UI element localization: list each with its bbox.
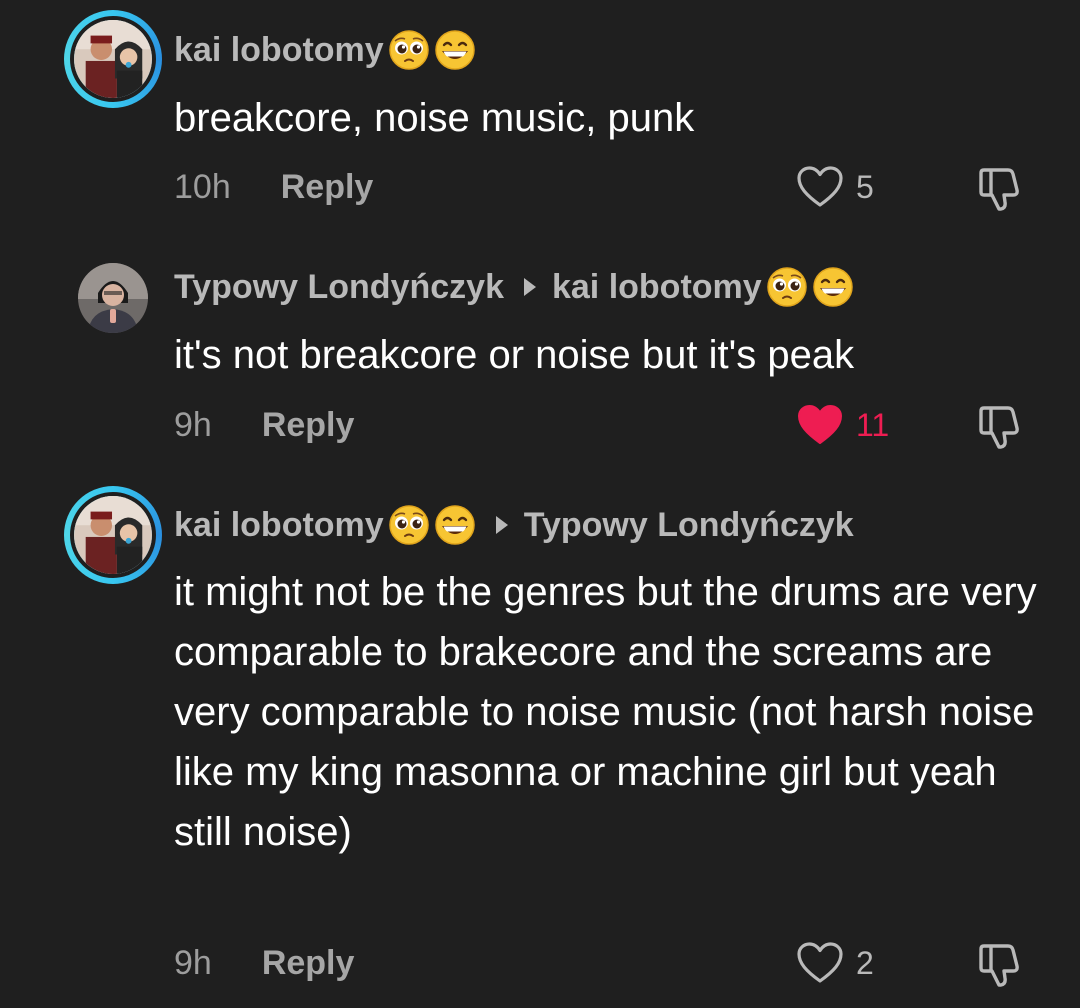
heart-filled-icon <box>796 403 844 447</box>
grinning-face-emoji <box>434 29 476 71</box>
reply-button[interactable]: Reply <box>262 406 355 445</box>
author-name[interactable]: kai lobotomy <box>174 31 384 70</box>
comment-text: breakcore, noise music, punk <box>174 96 695 140</box>
comment-text: it might not be the genres but the drums… <box>174 570 1037 854</box>
like-count: 5 <box>856 168 874 205</box>
avatar-image <box>78 263 148 333</box>
reply-to-name[interactable]: kai lobotomy <box>552 268 762 307</box>
comment-author-row: Typowy Londyńczyk kai lobotomy <box>174 265 854 309</box>
like-count: 2 <box>856 944 874 981</box>
avatar-image <box>70 492 156 578</box>
reply-arrow-icon <box>523 278 536 296</box>
thumbs-down-icon[interactable] <box>974 400 1026 452</box>
author-name[interactable]: Typowy Londyńczyk <box>174 268 504 307</box>
grinning-face-emoji <box>812 266 854 308</box>
heart-outline-icon <box>796 165 844 209</box>
timestamp: 10h <box>174 167 231 206</box>
thumbs-down-icon[interactable] <box>974 938 1026 990</box>
like-button[interactable]: 2 <box>796 938 874 988</box>
reply-button[interactable]: Reply <box>281 168 374 207</box>
comment-meta: 10h Reply <box>174 162 373 212</box>
comment-text: it's not breakcore or noise but it's pea… <box>174 333 855 377</box>
avatar-image <box>70 16 156 102</box>
comment-meta: 9h Reply <box>174 938 354 988</box>
pleading-face-emoji <box>766 266 808 308</box>
pleading-face-emoji <box>388 29 430 71</box>
author-name[interactable]: kai lobotomy <box>174 506 384 545</box>
avatar[interactable] <box>64 10 162 108</box>
thumbs-down-icon[interactable] <box>974 162 1026 214</box>
avatar[interactable] <box>64 486 162 584</box>
comment-author-row: kai lobotomy Typowy Londyńczyk <box>174 503 854 547</box>
avatar[interactable] <box>78 263 148 333</box>
reply-arrow-icon <box>495 516 508 534</box>
like-count: 11 <box>856 406 890 443</box>
pleading-face-emoji <box>388 504 430 546</box>
grinning-face-emoji <box>434 504 476 546</box>
reply-to-name[interactable]: Typowy Londyńczyk <box>524 506 854 545</box>
like-button[interactable]: 5 <box>796 162 874 212</box>
comment-meta: 9h Reply <box>174 400 354 450</box>
timestamp: 9h <box>174 405 212 444</box>
comment-author-row: kai lobotomy <box>174 28 476 72</box>
heart-outline-icon <box>796 941 844 985</box>
reply-button[interactable]: Reply <box>262 944 355 983</box>
timestamp: 9h <box>174 943 212 982</box>
like-button[interactable]: 11 <box>796 400 889 450</box>
